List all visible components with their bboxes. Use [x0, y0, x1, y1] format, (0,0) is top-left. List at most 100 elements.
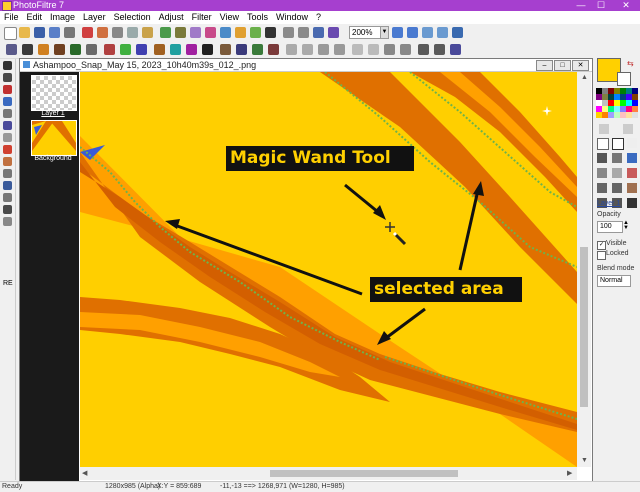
flip-horizontal-icon[interactable]	[384, 44, 395, 55]
align-icon[interactable]	[286, 44, 297, 55]
canvas-size-icon[interactable]	[190, 27, 201, 38]
blue-channel-icon[interactable]	[136, 44, 147, 55]
menu-view[interactable]: View	[216, 11, 243, 24]
stamp-icon[interactable]	[597, 183, 607, 193]
lasso-icon[interactable]	[627, 138, 637, 148]
save-icon[interactable]	[34, 27, 45, 38]
fit-window-icon[interactable]	[437, 27, 448, 38]
rectangle-select-icon[interactable]	[612, 138, 624, 150]
chevron-down-icon[interactable]: ▼	[380, 26, 389, 39]
grayscale-icon[interactable]	[86, 44, 97, 55]
menu-selection[interactable]: Selection	[110, 11, 155, 24]
gradient-icon[interactable]	[3, 157, 12, 166]
info-icon[interactable]	[3, 169, 12, 178]
fullscreen-icon[interactable]	[452, 27, 463, 38]
line-tool-icon[interactable]	[612, 153, 622, 163]
effects-icon[interactable]	[205, 27, 216, 38]
auto-level-icon[interactable]	[6, 44, 17, 55]
visible-checkbox[interactable]: ✓	[597, 241, 606, 250]
print-icon[interactable]	[64, 27, 75, 38]
resize-icon[interactable]	[175, 27, 186, 38]
stretch-icon[interactable]	[268, 44, 279, 55]
menu-edit[interactable]: Edit	[23, 11, 47, 24]
menu-filter[interactable]: Filter	[188, 11, 216, 24]
doc-close-button[interactable]: ✕	[572, 60, 589, 71]
filter-icon[interactable]	[313, 27, 324, 38]
new-file-icon[interactable]	[4, 27, 17, 40]
brightness-icon[interactable]	[220, 27, 231, 38]
layer-options-icon[interactable]	[3, 73, 12, 82]
scroll-down-icon[interactable]: ▼	[581, 457, 588, 464]
blur-tool-icon[interactable]	[627, 183, 637, 193]
menu-layer[interactable]: Layer	[79, 11, 110, 24]
vertical-scrollbar[interactable]: ▲ ▼	[577, 72, 591, 467]
clone-icon[interactable]	[3, 109, 12, 118]
scroll-right-icon[interactable]: ▶	[567, 469, 572, 477]
background-color-swatch[interactable]	[617, 72, 631, 86]
scroll-up-icon[interactable]: ▲	[581, 74, 588, 81]
color-picker-icon[interactable]	[3, 145, 12, 154]
layer-thumbnail-layer1[interactable]	[31, 75, 77, 111]
settings-icon[interactable]	[3, 61, 12, 70]
negative-icon[interactable]	[170, 44, 181, 55]
document-icon[interactable]	[3, 121, 12, 130]
flip-icon[interactable]	[298, 27, 309, 38]
contrast-icon[interactable]	[22, 44, 33, 55]
spray-icon[interactable]	[612, 168, 622, 178]
doc-minimize-button[interactable]: –	[536, 60, 553, 71]
locked-checkbox[interactable]	[597, 251, 606, 260]
menu-help[interactable]: ?	[312, 11, 325, 24]
current-layer-name[interactable]: Layer 1	[597, 200, 620, 207]
grid-icon[interactable]	[434, 44, 445, 55]
red-channel-icon[interactable]	[104, 44, 115, 55]
cut-icon[interactable]	[112, 27, 123, 38]
opacity-spinner-icon[interactable]: ▲ ▼	[623, 220, 629, 231]
selection-arrow-icon[interactable]	[597, 138, 609, 150]
zoom-select[interactable]: 200%	[349, 26, 383, 39]
crop-icon[interactable]	[160, 27, 171, 38]
swap-colors-icon[interactable]: ⇆	[627, 59, 634, 68]
flip-vertical-icon[interactable]	[400, 44, 411, 55]
script-icon[interactable]	[3, 205, 12, 214]
sepia-icon[interactable]	[154, 44, 165, 55]
magic-wand-icon[interactable]	[597, 153, 607, 163]
smudge-icon[interactable]	[612, 183, 622, 193]
layer-label-background[interactable]: Background	[26, 155, 80, 162]
transform-icon[interactable]	[418, 44, 429, 55]
redo-icon[interactable]	[97, 27, 108, 38]
blur-icon[interactable]	[186, 44, 197, 55]
rotate-left-icon[interactable]	[352, 44, 363, 55]
plugin-icon[interactable]	[328, 27, 339, 38]
save-as-icon[interactable]	[49, 27, 60, 38]
favorites-star-icon[interactable]	[3, 85, 12, 94]
eraser-icon[interactable]	[627, 168, 637, 178]
frame-icon[interactable]	[220, 44, 231, 55]
image-canvas[interactable]: Magic Wand Tool selected area	[80, 72, 577, 467]
actual-size-icon[interactable]	[422, 27, 433, 38]
menu-image[interactable]: Image	[46, 11, 79, 24]
paste-icon[interactable]	[142, 27, 153, 38]
screen-icon[interactable]	[450, 44, 461, 55]
brightness-down-icon[interactable]	[54, 44, 65, 55]
gamma-icon[interactable]	[235, 27, 246, 38]
open-folder-icon[interactable]	[19, 27, 30, 38]
maximize-button[interactable]: ☐	[591, 0, 611, 11]
distribute-icon[interactable]	[302, 44, 313, 55]
menu-tools[interactable]: Tools	[243, 11, 272, 24]
doc-maximize-button[interactable]: □	[554, 60, 571, 71]
opacity-input[interactable]: 100	[597, 221, 623, 233]
minimize-button[interactable]: —	[571, 0, 591, 11]
saturation-up-icon[interactable]	[70, 44, 81, 55]
palette-prev-icon[interactable]	[599, 124, 609, 134]
horizontal-scroll-thumb[interactable]	[270, 470, 458, 477]
layer-thumbnail-background[interactable]	[31, 120, 77, 156]
zoom-out-icon[interactable]	[407, 27, 418, 38]
zoom-in-icon[interactable]	[392, 27, 403, 38]
brush-icon[interactable]	[627, 153, 637, 163]
fill-bucket-icon[interactable]	[597, 168, 607, 178]
horizontal-scrollbar[interactable]: ◀ ▶	[80, 467, 577, 480]
menu-file[interactable]: File	[0, 11, 23, 24]
scroll-left-icon[interactable]: ◀	[82, 469, 87, 477]
brightness-up-icon[interactable]	[38, 44, 49, 55]
navigator-icon[interactable]	[3, 193, 12, 202]
